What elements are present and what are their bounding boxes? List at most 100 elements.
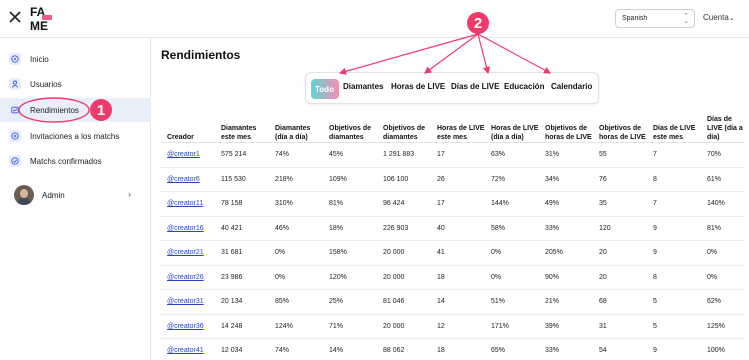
table-cell: 34% bbox=[539, 167, 593, 192]
column-header[interactable]: Horas de LIVE este mes bbox=[431, 115, 485, 143]
column-header[interactable]: Objetivos de diamantes bbox=[377, 115, 431, 143]
column-header[interactable]: Diamantes (día a día) bbox=[269, 115, 323, 143]
sidebar-item-invitaciones[interactable]: Invitaciones a los matchs bbox=[0, 124, 151, 148]
creator-link[interactable]: @creator16 bbox=[161, 216, 215, 241]
table-cell: 8 bbox=[647, 265, 701, 290]
creator-link[interactable]: @creator6 bbox=[161, 167, 215, 192]
account-menu[interactable]: Cuenta⌄ bbox=[703, 13, 735, 22]
user-menu[interactable]: Admin › bbox=[0, 183, 151, 207]
tab-calendario[interactable]: Calendario bbox=[551, 82, 592, 91]
table-cell: 17 bbox=[431, 142, 485, 168]
table-cell: 21% bbox=[539, 289, 593, 315]
column-header[interactable]: Objetivos de horas de LIVE bbox=[593, 115, 647, 143]
sidebar-item-usuarios[interactable]: Usuarios bbox=[0, 72, 151, 96]
app-logo: FA ME bbox=[30, 5, 52, 32]
creator-link[interactable]: @creator1 bbox=[161, 142, 215, 168]
table-cell: 20 000 bbox=[377, 265, 431, 290]
table-cell: 14 bbox=[431, 289, 485, 315]
chevron-down-icon: ⌄ bbox=[728, 15, 735, 22]
table-cell: 78 158 bbox=[215, 191, 269, 217]
step-badge-1: 1 bbox=[90, 99, 112, 121]
table-cell: 7 bbox=[647, 142, 701, 168]
table-cell: 310% bbox=[269, 191, 323, 217]
language-value: Spanish bbox=[622, 15, 648, 22]
sidebar-item-label: Usuarios bbox=[30, 79, 62, 89]
column-header[interactable]: Objetivos de diamantes bbox=[323, 115, 377, 143]
table-cell: 20 000 bbox=[377, 314, 431, 339]
chart-icon bbox=[9, 104, 21, 116]
column-header[interactable]: Horas de LIVE (día a día) bbox=[485, 115, 539, 143]
tab-todo[interactable]: Todo bbox=[311, 79, 339, 99]
table-cell: 115 530 bbox=[215, 167, 269, 192]
table-cell: 0% bbox=[701, 265, 745, 290]
creator-link[interactable]: @creator11 bbox=[161, 191, 215, 217]
table-cell: 81% bbox=[323, 191, 377, 217]
table-cell: 72% bbox=[485, 167, 539, 192]
table-cell: 20 134 bbox=[215, 289, 269, 315]
table-cell: 0% bbox=[269, 240, 323, 266]
table-cell: 1 291 883 bbox=[377, 142, 431, 168]
creator-link[interactable]: @creator21 bbox=[161, 240, 215, 266]
table-cell: 33% bbox=[539, 216, 593, 241]
language-select[interactable]: Spanish ⌃ ⌄ bbox=[615, 9, 695, 28]
table-body: @creator1 575 214 74% 45% 1 291 883 17 63% 31% 5… bbox=[161, 142, 745, 360]
account-label: Cuenta bbox=[703, 13, 729, 22]
table-cell: 39% bbox=[539, 314, 593, 339]
table-cell: 41 bbox=[431, 240, 485, 266]
tab-educacion[interactable]: Educación bbox=[504, 82, 544, 91]
creator-link[interactable]: @creator31 bbox=[161, 289, 215, 315]
table-cell: 100% bbox=[701, 338, 745, 360]
tab-horas-de-live[interactable]: Horas de LIVE bbox=[391, 82, 445, 91]
table-cell: 61% bbox=[701, 167, 745, 192]
table-cell: 54 bbox=[593, 338, 647, 360]
table-cell: 25% bbox=[323, 289, 377, 315]
creator-link[interactable]: @creator41 bbox=[161, 338, 215, 360]
table-cell: 31 681 bbox=[215, 240, 269, 266]
table-cell: 124% bbox=[269, 314, 323, 339]
sidebar-item-label: Rendimientos bbox=[30, 105, 79, 115]
table-cell: 18% bbox=[323, 216, 377, 241]
sidebar-item-inicio[interactable]: Inicio bbox=[0, 47, 151, 71]
creator-link[interactable]: @creator26 bbox=[161, 265, 215, 290]
table-row: @creator41 12 034 74% 14% 88 062 18 65% 33% 54 9 1… bbox=[161, 338, 745, 360]
column-header[interactable]: Días de LIVE este mes bbox=[647, 115, 701, 143]
tab-diamantes[interactable]: Diamantes bbox=[343, 82, 383, 91]
table-row: @creator26 23 986 0% 120% 20 000 18 0% 90% 20 8 0% bbox=[161, 265, 745, 290]
column-header[interactable]: Diamantes este mes bbox=[215, 115, 269, 143]
svg-text:ME: ME bbox=[30, 19, 48, 32]
table-row: @creator21 31 681 0% 158% 20 000 41 0% 205% 20 9 0… bbox=[161, 240, 745, 266]
table-cell: 51% bbox=[485, 289, 539, 315]
table-cell: 46% bbox=[269, 216, 323, 241]
table-cell: 7 bbox=[647, 191, 701, 217]
table-cell: 40 421 bbox=[215, 216, 269, 241]
table-cell: 23 986 bbox=[215, 265, 269, 290]
pointer-arrow bbox=[477, 33, 490, 75]
table-cell: 5 bbox=[647, 314, 701, 339]
tab-dias-de-live[interactable]: Días de LIVE bbox=[451, 82, 499, 91]
table-cell: 33% bbox=[539, 338, 593, 360]
table-cell: 65% bbox=[485, 338, 539, 360]
table-cell: 20 bbox=[593, 240, 647, 266]
sidebar-item-matchs-confirmados[interactable]: Matchs confirmados bbox=[0, 149, 151, 173]
table-cell: 8 bbox=[647, 167, 701, 192]
sidebar-item-rendimientos[interactable]: Rendimientos bbox=[0, 98, 151, 122]
table-cell: 14 248 bbox=[215, 314, 269, 339]
table-cell: 96 424 bbox=[377, 191, 431, 217]
column-header[interactable]: Días de LIVE (día a día) bbox=[701, 115, 745, 143]
column-header[interactable]: Creador bbox=[161, 115, 215, 143]
table-cell: 5 bbox=[647, 289, 701, 315]
compass-icon bbox=[9, 53, 21, 65]
pointer-arrow bbox=[477, 33, 552, 74]
table-cell: 218% bbox=[269, 167, 323, 192]
creator-link[interactable]: @creator36 bbox=[161, 314, 215, 339]
column-header[interactable]: Objetivos de horas de LIVE bbox=[539, 115, 593, 143]
table-cell: 45% bbox=[323, 142, 377, 168]
table-cell: 26 bbox=[431, 167, 485, 192]
table-cell: 74% bbox=[269, 142, 323, 168]
table-cell: 40 bbox=[431, 216, 485, 241]
table-cell: 31% bbox=[539, 142, 593, 168]
confirmed-icon bbox=[9, 155, 21, 167]
table-cell: 20 bbox=[593, 265, 647, 290]
table-cell: 81% bbox=[701, 216, 745, 241]
close-icon[interactable] bbox=[8, 10, 22, 24]
